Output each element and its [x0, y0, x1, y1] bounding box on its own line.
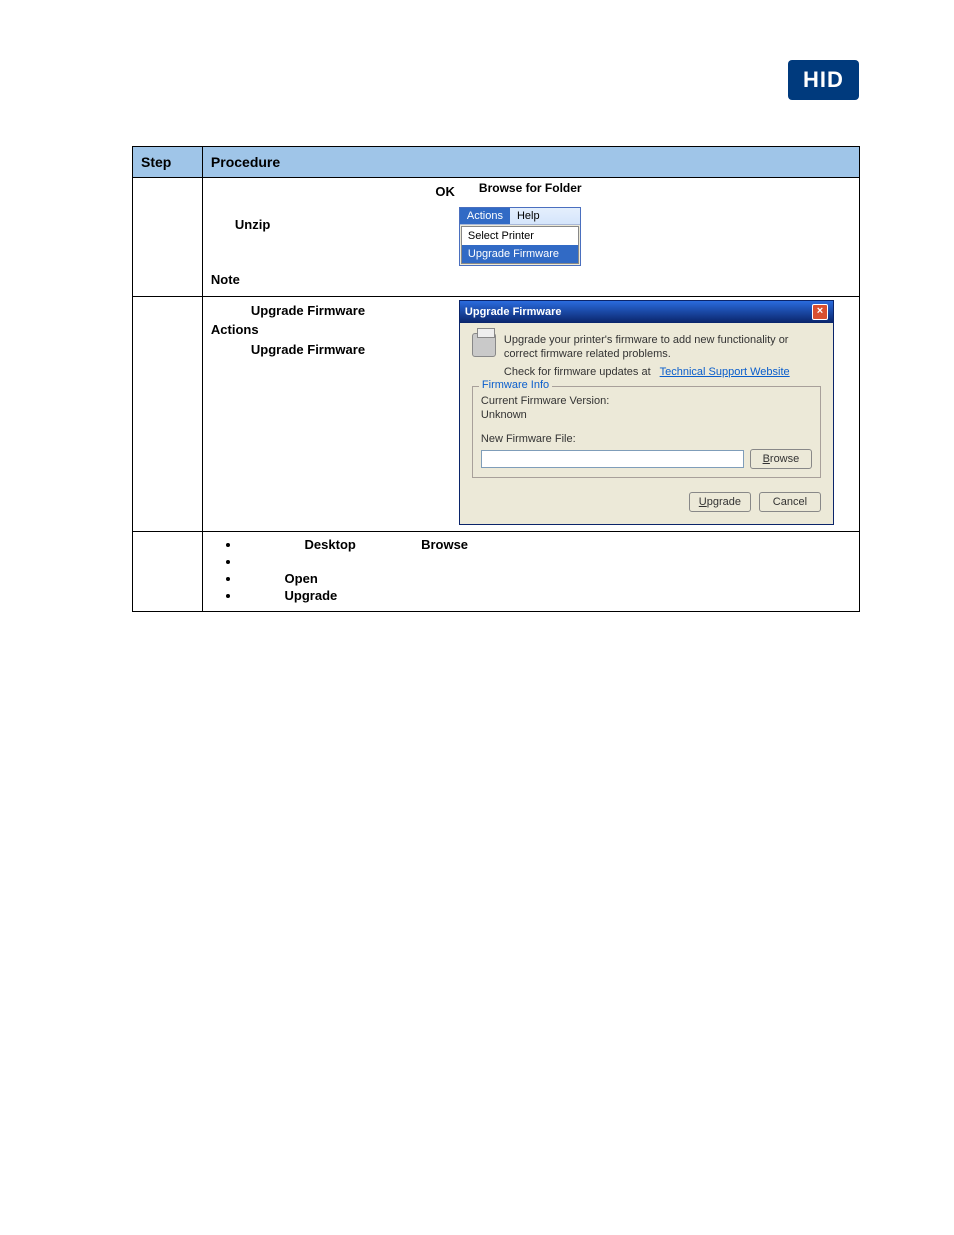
header-procedure: Procedure	[202, 147, 859, 178]
upgrade-rest: pgrade	[707, 496, 741, 508]
procedure-cell: Upgrade Firmware Actions Upgrade Firmwar…	[202, 296, 859, 532]
proc-right: Browse for Folder Actions Help Select Pr…	[459, 181, 582, 266]
firmware-file-input[interactable]	[481, 450, 744, 468]
note-label: Note	[211, 272, 240, 287]
hid-logo-text: HID	[803, 67, 844, 93]
procedure-table: Step Procedure OK Unzip Note	[132, 146, 860, 612]
browse-label: Browse	[421, 537, 468, 552]
upgrade-firmware-label-1: Upgrade Firmware	[251, 303, 365, 318]
tech-support-link[interactable]: Technical Support Website	[660, 366, 790, 378]
menu-item-upgrade-firmware[interactable]: Upgrade Firmware	[462, 245, 578, 263]
dialog-title: Upgrade Firmware	[465, 306, 562, 318]
browse-u: B	[763, 453, 770, 465]
cancel-button[interactable]: Cancel	[759, 492, 821, 512]
menubar: Actions Help	[460, 208, 580, 225]
desktop-label: Desktop	[305, 537, 356, 552]
browse-rest: rowse	[770, 453, 799, 465]
ok-label: OK	[435, 184, 455, 199]
menu-help[interactable]: Help	[510, 208, 547, 224]
menu-item-select-printer[interactable]: Select Printer	[462, 227, 578, 245]
step-cell	[133, 532, 203, 612]
procedure-cell: Desktop Browse Open Upgrade	[202, 532, 859, 612]
current-version-value: Unknown	[481, 409, 812, 421]
actions-label: Actions	[211, 322, 259, 337]
list-item: Desktop Browse	[241, 537, 851, 552]
list-item	[241, 554, 851, 569]
firmware-info-legend: Firmware Info	[479, 379, 552, 391]
procedure-cell: OK Unzip Note Browse for Folder Actions	[202, 178, 859, 297]
table-row: Upgrade Firmware Actions Upgrade Firmwar…	[133, 296, 860, 532]
table-row: Desktop Browse Open Upgrade	[133, 532, 860, 612]
unzip-label: Unzip	[235, 217, 270, 232]
menu-actions[interactable]: Actions	[460, 208, 510, 224]
upgrade-u: U	[699, 496, 707, 508]
proc-text-left: Upgrade Firmware Actions Upgrade Firmwar…	[211, 300, 459, 361]
close-icon[interactable]: ×	[812, 304, 828, 320]
upgrade-button[interactable]: Upgrade	[689, 492, 751, 512]
upgrade-firmware-label-2: Upgrade Firmware	[251, 342, 365, 357]
header-step: Step	[133, 147, 203, 178]
browse-folder-label: Browse for Folder	[479, 181, 582, 195]
dialog-description: Upgrade your printer's firmware to add n…	[504, 333, 821, 362]
check-updates-line: Check for firmware updates at Technical …	[504, 366, 821, 378]
step-cell	[133, 296, 203, 532]
browse-button[interactable]: Browse	[750, 449, 812, 469]
bullet-list: Desktop Browse Open Upgrade	[241, 537, 851, 603]
step-cell	[133, 178, 203, 297]
dialog-titlebar: Upgrade Firmware ×	[460, 301, 833, 323]
printer-icon	[472, 333, 496, 357]
current-version-label: Current Firmware Version:	[481, 395, 812, 407]
hid-logo: HID	[788, 60, 859, 100]
firmware-info-fieldset: Firmware Info Current Firmware Version: …	[472, 386, 821, 478]
new-file-label: New Firmware File:	[481, 433, 812, 445]
upgrade-label: Upgrade	[285, 588, 338, 603]
table-row: OK Unzip Note Browse for Folder Actions	[133, 178, 860, 297]
check-prefix: Check for firmware updates at	[504, 366, 651, 378]
proc-right: Upgrade Firmware × Upgrade your printer'…	[459, 300, 834, 526]
upgrade-firmware-dialog: Upgrade Firmware × Upgrade your printer'…	[459, 300, 834, 526]
list-item: Open	[241, 571, 851, 586]
open-label: Open	[285, 571, 318, 586]
actions-dropdown: Select Printer Upgrade Firmware	[461, 226, 579, 264]
actions-menu-screenshot: Actions Help Select Printer Upgrade Firm…	[459, 207, 581, 266]
proc-text-left: OK Unzip Note	[211, 181, 459, 290]
list-item: Upgrade	[241, 588, 851, 603]
dialog-body: Upgrade your printer's firmware to add n…	[460, 323, 833, 525]
